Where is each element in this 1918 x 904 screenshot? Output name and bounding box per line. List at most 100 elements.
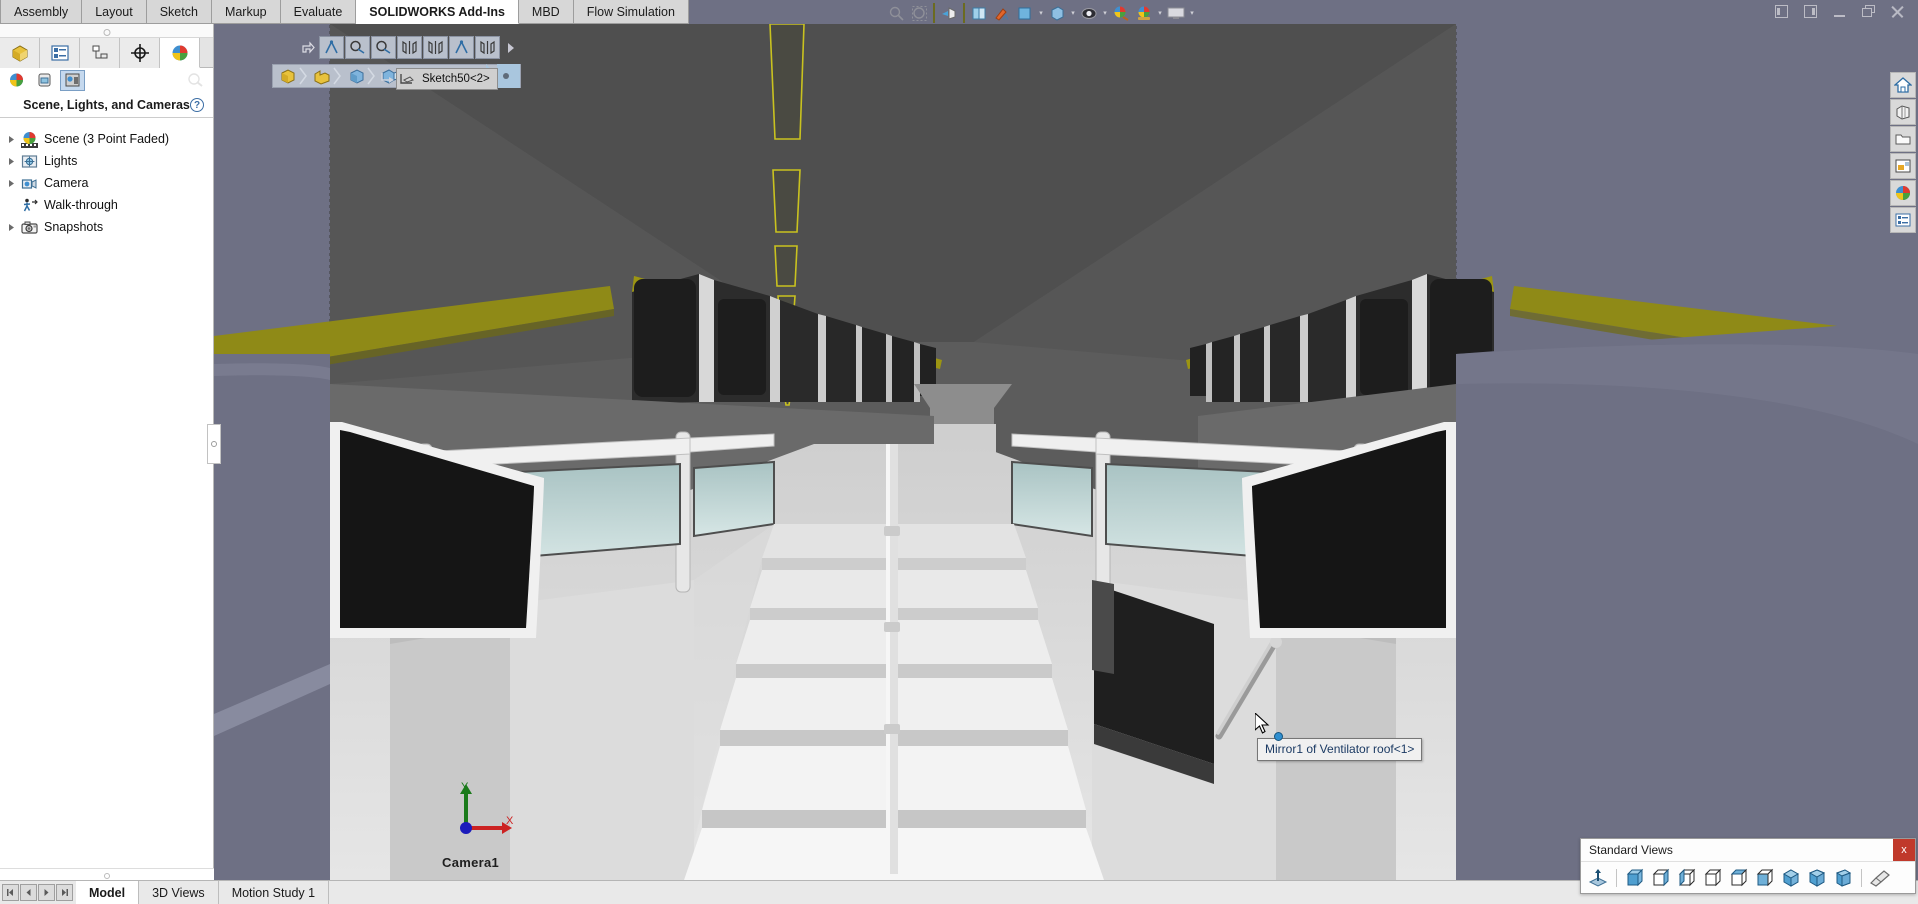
restore-left-icon[interactable] bbox=[1774, 4, 1790, 20]
panel-grip[interactable] bbox=[0, 24, 213, 38]
mirror-icon[interactable] bbox=[475, 36, 500, 59]
window-controls[interactable] bbox=[1774, 0, 1914, 24]
back-cube-icon[interactable] bbox=[1649, 866, 1673, 890]
breadcrumb-item-subassembly[interactable] bbox=[310, 66, 344, 86]
view-settings-icon[interactable] bbox=[1133, 3, 1155, 23]
mirror-entities-icon[interactable] bbox=[397, 36, 422, 59]
apply-scene-icon[interactable]: A bbox=[991, 3, 1013, 23]
manager-tab-row[interactable] bbox=[0, 38, 213, 68]
next-tab-icon[interactable] bbox=[38, 884, 55, 901]
zoom-to-area-icon[interactable] bbox=[885, 3, 907, 23]
view-heads-up-toolbar[interactable]: A ▾ ▾ ▾ ▾ ▾ bbox=[885, 2, 1196, 24]
chevron-down-icon[interactable]: ▾ bbox=[1156, 3, 1164, 23]
tab-nav-buttons[interactable] bbox=[0, 881, 76, 904]
chevron-down-icon[interactable]: ▾ bbox=[1101, 3, 1109, 23]
sketch-line-icon[interactable] bbox=[319, 36, 344, 59]
sketch-tangent-arc-icon[interactable] bbox=[371, 36, 396, 59]
standard-views-buttons[interactable] bbox=[1581, 861, 1915, 894]
tab-mbd[interactable]: MBD bbox=[518, 0, 574, 24]
help-icon[interactable]: ? bbox=[190, 98, 204, 112]
breadcrumb-item-part[interactable] bbox=[344, 66, 378, 86]
context-arrow-icon[interactable] bbox=[298, 36, 318, 59]
breadcrumb[interactable]: Extrude-Thin20 Sketch50<2> bbox=[272, 36, 522, 90]
expand-arrow-icon[interactable] bbox=[4, 176, 18, 190]
tab-layout[interactable]: Layout bbox=[82, 0, 147, 24]
chevron-down-icon[interactable]: ▾ bbox=[1069, 3, 1077, 23]
context-toolbar[interactable] bbox=[298, 36, 521, 59]
train-interior-3d-scene[interactable] bbox=[214, 24, 1918, 880]
isometric-cube-icon[interactable] bbox=[1779, 866, 1803, 890]
tree-item-lights[interactable]: Lights bbox=[0, 150, 213, 172]
close-icon[interactable]: x bbox=[1893, 839, 1915, 861]
breadcrumb-item-assembly[interactable] bbox=[276, 66, 310, 86]
close-icon[interactable] bbox=[1890, 4, 1906, 20]
normal-to-icon[interactable] bbox=[1586, 866, 1610, 890]
breadcrumb-overflow-button[interactable] bbox=[486, 64, 521, 88]
dimetric-cube-icon[interactable] bbox=[1831, 866, 1855, 890]
sketch-arc-icon[interactable] bbox=[345, 36, 370, 59]
zoom-to-fit-icon[interactable] bbox=[908, 3, 930, 23]
sketch-chip-box[interactable]: Sketch50<2> bbox=[396, 68, 498, 90]
bottom-tab-motion-study[interactable]: Motion Study 1 bbox=[218, 881, 330, 904]
tab-markup[interactable]: Markup bbox=[211, 0, 281, 24]
view-selector-icon[interactable] bbox=[1868, 866, 1892, 890]
scene-ball-icon[interactable] bbox=[1890, 180, 1916, 206]
left-cube-icon[interactable] bbox=[1675, 866, 1699, 890]
expand-arrow-icon[interactable] bbox=[4, 132, 18, 146]
tree-item-walk-through[interactable]: Walk-through bbox=[0, 194, 213, 216]
last-tab-icon[interactable] bbox=[56, 884, 73, 901]
linear-pattern-icon[interactable] bbox=[423, 36, 448, 59]
view-scene-lights-cameras-button[interactable] bbox=[60, 69, 85, 91]
breadcrumb-sketch-child[interactable]: Sketch50<2> bbox=[378, 68, 498, 90]
display-pane-icon[interactable] bbox=[1165, 3, 1187, 23]
right-cube-icon[interactable] bbox=[1701, 866, 1725, 890]
restore-right-icon[interactable] bbox=[1803, 4, 1819, 20]
feature-manager-tab[interactable] bbox=[0, 38, 40, 68]
hide-show-icon[interactable] bbox=[1046, 3, 1068, 23]
tree-item-camera[interactable]: Camera bbox=[0, 172, 213, 194]
property-manager-tab[interactable] bbox=[40, 38, 80, 68]
view-appearances-button[interactable] bbox=[4, 70, 29, 91]
top-cube-icon[interactable] bbox=[1727, 866, 1751, 890]
display-manager-subtabs[interactable] bbox=[0, 68, 213, 92]
view-decals-button[interactable] bbox=[32, 70, 57, 91]
chevron-down-icon[interactable]: ▾ bbox=[1037, 3, 1045, 23]
edit-appearance-icon[interactable] bbox=[1078, 3, 1100, 23]
scene-lights-cameras-tree[interactable]: Scene (3 Point Faded) Lights Camera Walk… bbox=[0, 118, 213, 238]
tree-item-scene[interactable]: Scene (3 Point Faded) bbox=[0, 128, 213, 150]
expand-arrow-icon[interactable] bbox=[4, 154, 18, 168]
expand-arrow-icon[interactable] bbox=[4, 220, 18, 234]
panel-splitter-handle[interactable] bbox=[207, 424, 221, 464]
bottom-tab-3d-views[interactable]: 3D Views bbox=[139, 881, 219, 904]
panel-footer-grip[interactable] bbox=[0, 868, 214, 880]
previous-tab-icon[interactable] bbox=[20, 884, 37, 901]
bottom-cube-icon[interactable] bbox=[1753, 866, 1777, 890]
tab-flow-simulation[interactable]: Flow Simulation bbox=[573, 0, 689, 24]
sketch-fillet-icon[interactable] bbox=[449, 36, 474, 59]
bottom-tab-model[interactable]: Model bbox=[76, 881, 140, 904]
front-cube-icon[interactable] bbox=[1623, 866, 1647, 890]
folder-icon[interactable] bbox=[1890, 126, 1916, 152]
view-orientation-icon[interactable] bbox=[1014, 3, 1036, 23]
section-view-icon[interactable] bbox=[938, 3, 960, 23]
tab-evaluate[interactable]: Evaluate bbox=[280, 0, 357, 24]
display-style-icon[interactable] bbox=[968, 3, 990, 23]
tab-assembly[interactable]: Assembly bbox=[0, 0, 83, 24]
apply-scene-ball-icon[interactable] bbox=[1110, 3, 1132, 23]
standard-views-toolbar[interactable]: Standard Views x bbox=[1580, 838, 1916, 894]
graphics-viewport[interactable]: Camera1 X Y Mirror1 of Ventilator roof<1… bbox=[214, 24, 1918, 880]
properties-list-icon[interactable] bbox=[1890, 207, 1916, 233]
chevron-down-icon[interactable]: ▾ bbox=[1188, 3, 1196, 23]
maximize-icon[interactable] bbox=[1861, 4, 1877, 20]
viewport-right-toolbar[interactable] bbox=[1890, 72, 1918, 234]
tab-solidworks-add-ins[interactable]: SOLIDWORKS Add-Ins bbox=[356, 0, 519, 24]
first-tab-icon[interactable] bbox=[2, 884, 19, 901]
tree-item-snapshots[interactable]: Snapshots bbox=[0, 216, 213, 238]
trimetric-cube-icon[interactable] bbox=[1805, 866, 1829, 890]
minimize-icon[interactable] bbox=[1832, 4, 1848, 20]
configuration-manager-tab[interactable] bbox=[80, 38, 120, 68]
appearances-icon[interactable] bbox=[1890, 99, 1916, 125]
tab-sketch[interactable]: Sketch bbox=[146, 0, 212, 24]
display-states-icon[interactable] bbox=[1890, 153, 1916, 179]
ribbon-tabs[interactable]: Assembly Layout Sketch Markup Evaluate S… bbox=[0, 0, 689, 24]
